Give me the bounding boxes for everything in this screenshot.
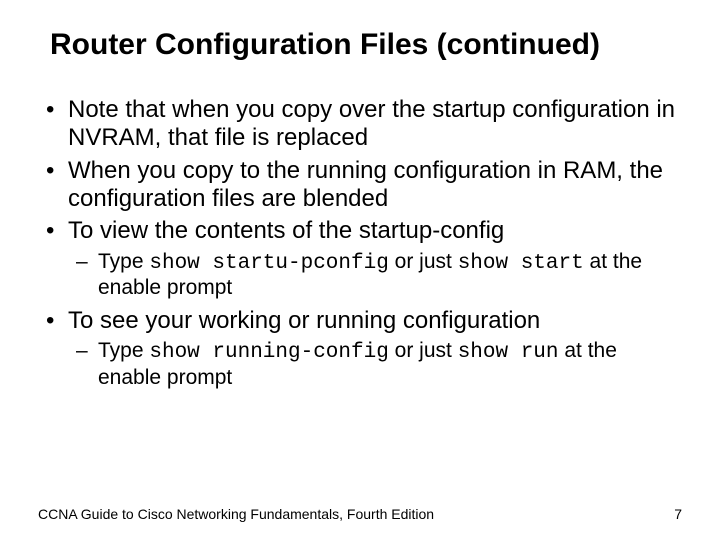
sublist-4: Type show running-config or just show ru… bbox=[68, 339, 682, 391]
sublist-3: Type show startu-pconfig or just show st… bbox=[68, 250, 682, 302]
bullet-2: When you copy to the running configurati… bbox=[38, 157, 682, 214]
sub-3-1-a: Type bbox=[98, 250, 149, 273]
sub-4-1-b: show running-config bbox=[149, 341, 388, 364]
sub-3-1-c: or just bbox=[389, 250, 458, 273]
sub-3-1-d: show start bbox=[458, 252, 584, 275]
sub-4-1-c: or just bbox=[389, 339, 458, 362]
sub-3-1-b: show startu-pconfig bbox=[149, 252, 388, 275]
bullet-4-text: To see your working or running configura… bbox=[68, 307, 540, 334]
bullet-3: To view the contents of the startup-conf… bbox=[38, 217, 682, 301]
sub-4-1: Type show running-config or just show ru… bbox=[68, 339, 682, 391]
bullet-1: Note that when you copy over the startup… bbox=[38, 96, 682, 153]
sub-4-1-a: Type bbox=[98, 339, 149, 362]
bullet-4: To see your working or running configura… bbox=[38, 307, 682, 391]
sub-4-1-d: show run bbox=[458, 341, 559, 364]
slide-title: Router Configuration Files (continued) bbox=[38, 28, 682, 62]
footer-text: CCNA Guide to Cisco Networking Fundament… bbox=[38, 506, 434, 522]
bullet-list: Note that when you copy over the startup… bbox=[38, 96, 682, 391]
page-number: 7 bbox=[674, 506, 682, 522]
sub-3-1: Type show startu-pconfig or just show st… bbox=[68, 250, 682, 302]
bullet-3-text: To view the contents of the startup-conf… bbox=[68, 217, 504, 244]
slide: Router Configuration Files (continued) N… bbox=[0, 0, 720, 540]
